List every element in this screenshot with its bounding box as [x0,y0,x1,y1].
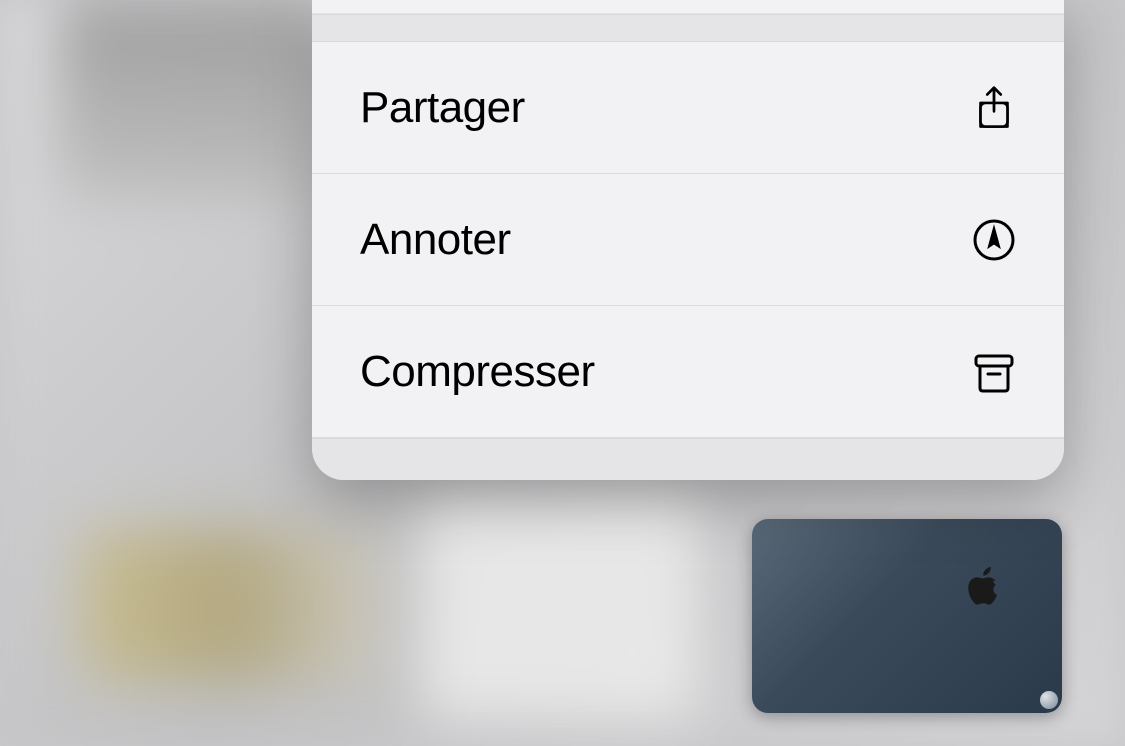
archive-box-icon [972,350,1016,394]
context-menu: Partager Annoter Compresser [312,0,1064,480]
background-thumbnail-blur [80,530,380,680]
menu-previous-section-peek [312,0,1064,14]
background-thumbnail-blur [420,490,700,720]
menu-item-share[interactable]: Partager [312,42,1064,174]
share-icon [972,86,1016,130]
menu-item-label: Partager [360,83,525,133]
background-thumbnail-blur [60,0,320,200]
menu-section-separator [312,14,1064,42]
apple-logo-icon [966,567,1002,609]
menu-item-annotate[interactable]: Annoter [312,174,1064,306]
menu-item-compress[interactable]: Compresser [312,306,1064,438]
markup-icon [972,218,1016,262]
file-thumbnail[interactable] [752,519,1062,713]
menu-item-label: Compresser [360,347,595,397]
thumbnail-corner-indicator [1040,691,1058,709]
menu-item-label: Annoter [360,215,511,265]
menu-next-section-peek [312,438,1064,480]
